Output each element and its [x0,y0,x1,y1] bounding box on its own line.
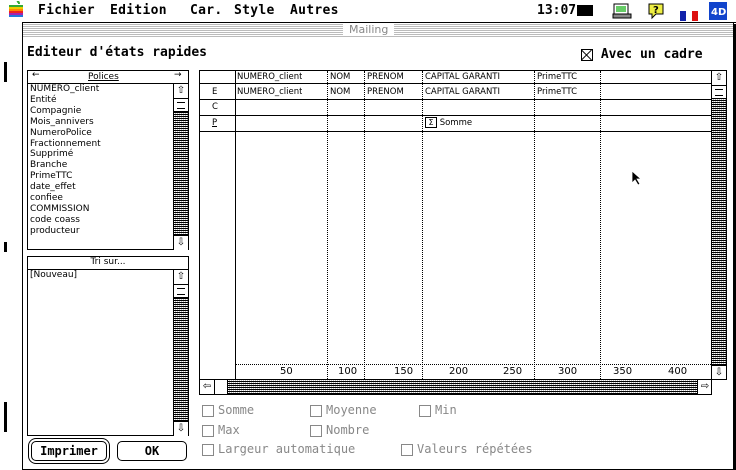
quick-report-window: Mailing Editeur d'états rapides Avec un … [22,22,734,470]
background-window[interactable] [0,22,23,470]
ok-button[interactable]: OK [117,441,187,461]
apple-icon[interactable] [8,0,24,23]
window-title-bar[interactable]: Mailing [23,23,733,37]
field-list-item[interactable]: Branche [30,160,170,171]
grid-horizontal-scrollbar[interactable]: ⇦ ⇨ [200,379,712,394]
next-table-arrow-icon[interactable]: → [174,70,182,80]
ruler-tick: 400 [668,366,688,377]
scroll-up-arrow-icon[interactable]: ⇧ [712,71,726,86]
column-header[interactable]: PRENOM [367,72,404,82]
menu-autres[interactable]: Autres [290,3,339,18]
svg-text:4D: 4D [711,7,726,18]
header-cell[interactable]: NUMERO_client [237,87,302,97]
report-grid[interactable]: NUMERO_client NOM PRENOM CAPITAL GARANTI… [199,70,727,395]
option-largeur-automatique[interactable]: Largeur automatique [202,442,355,456]
option-min[interactable]: Min [419,403,457,417]
ruler-tick: 100 [338,366,358,377]
scroll-up-arrow-icon[interactable]: ⇧ [174,270,188,285]
window-title: Mailing [343,23,395,36]
field-list-item[interactable]: Mois_annivers [30,117,170,128]
fields-panel-header: ← Polices → [28,70,188,84]
ruler-tick: 250 [503,366,523,377]
scroll-down-arrow-icon[interactable]: ⇩ [174,421,188,436]
scroll-right-arrow-icon[interactable]: ⇨ [697,380,712,394]
menu-edition[interactable]: Edition [110,3,167,18]
frame-option[interactable]: Avec un cadre [581,47,703,62]
scroll-down-arrow-icon[interactable]: ⇩ [712,365,726,380]
option-moyenne[interactable]: Moyenne [310,403,377,417]
frame-checkbox[interactable] [581,48,593,61]
network-icon[interactable] [612,2,632,24]
fields-panel: ← Polices → NUMERO_client Entité Compagnie… [27,70,189,250]
option-valeurs-repetees[interactable]: Valeurs répétées [401,442,533,456]
sort-item-new[interactable]: [Nouveau] [30,270,77,281]
field-list-item[interactable]: code coass [30,215,170,226]
scroll-down-arrow-icon[interactable]: ⇩ [174,235,188,250]
prev-table-arrow-icon[interactable]: ← [32,70,40,80]
menu-car[interactable]: Car. [190,3,223,18]
fields-list[interactable]: NUMERO_client Entité Compagnie Mois_anniver… [30,84,170,237]
scroll-thumb[interactable] [174,98,188,112]
sort-panel-header: Tri sur... [28,257,188,270]
frame-option-label: Avec un cadre [600,47,703,62]
option-somme[interactable]: Somme [202,403,254,417]
field-list-item[interactable]: producteur [30,226,170,237]
column-header[interactable]: PrimeTTC [537,72,577,82]
sort-scrollbar[interactable]: ⇧ ⇩ [173,270,188,436]
column-header[interactable]: NUMERO_client [237,72,302,82]
column-header[interactable]: CAPITAL GARANTI [425,72,500,82]
field-list-item[interactable]: PrimeTTC [30,171,170,182]
field-list-item[interactable]: confiee [30,193,170,204]
table-name[interactable]: Polices [88,72,119,82]
ruler-tick: 200 [449,366,469,377]
row-label-corps[interactable]: C [212,102,218,112]
field-list-item[interactable]: date_effet [30,182,170,193]
ruler: 50 100 150 200 250 300 350 400 [235,364,711,380]
ruler-tick: 300 [558,366,578,377]
row-label-entete[interactable]: E [212,87,217,97]
field-list-item[interactable]: Fractionnement [30,139,170,150]
field-list-item[interactable]: Compagnie [30,106,170,117]
grid-vertical-scrollbar[interactable]: ⇧ ⇩ [711,71,726,380]
field-list-item[interactable]: COMMISSION [30,204,170,215]
sum-label: Somme [439,118,473,128]
ruler-tick: 150 [394,366,414,377]
scroll-thumb[interactable] [712,85,726,99]
print-button[interactable]: Imprimer [31,441,107,461]
menu-bar: Fichier Edition Car. Style Autres 13:07 … [0,0,736,23]
field-list-item[interactable]: Supprimé [30,149,170,160]
scroll-thumb[interactable] [174,284,188,298]
row-label-pied[interactable]: P [212,118,217,128]
mouse-pointer-icon [631,170,643,186]
editor-heading: Editeur d'états rapides [27,45,208,60]
header-cell[interactable]: CAPITAL GARANTI [425,87,500,97]
help-icon[interactable]: ? [647,2,665,24]
header-cell[interactable]: PRENOM [367,87,404,97]
option-max[interactable]: Max [202,423,240,437]
svg-text:?: ? [653,5,659,16]
option-nombre[interactable]: Nombre [310,423,369,437]
sort-panel: Tri sur... [Nouveau] ⇧ ⇩ [27,256,189,436]
battery-icon [577,5,593,16]
fields-scrollbar[interactable]: ⇧ ⇩ [173,84,188,250]
column-header[interactable]: NOM [330,72,350,82]
scroll-thumb[interactable] [215,380,228,394]
scroll-up-arrow-icon[interactable]: ⇧ [174,84,188,99]
menu-fichier[interactable]: Fichier [38,3,95,18]
footer-sum-cell[interactable]: Σ Somme [425,117,472,128]
header-cell[interactable]: PrimeTTC [537,87,577,97]
ruler-tick: 350 [613,366,633,377]
ruler-tick: 50 [280,366,293,377]
field-list-item[interactable]: NumeroPolice [30,128,170,139]
menu-style[interactable]: Style [234,3,275,18]
scroll-left-arrow-icon[interactable]: ⇦ [200,380,215,394]
field-list-item[interactable]: NUMERO_client [30,84,170,95]
4d-app-icon[interactable]: 4D [709,2,727,24]
sigma-icon: Σ [425,117,437,128]
field-list-item[interactable]: Entité [30,95,170,106]
clock: 13:07 [537,3,577,18]
header-cell[interactable]: NOM [330,87,350,97]
